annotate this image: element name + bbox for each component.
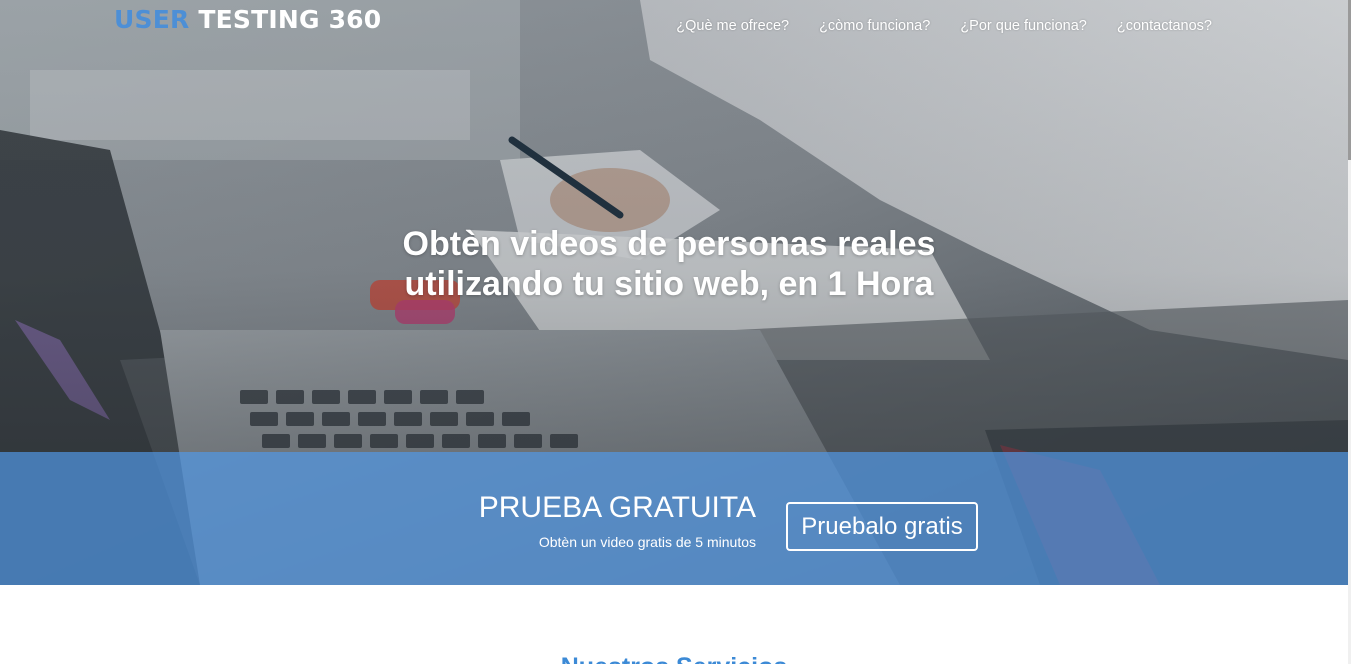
nav-link-como-funciona[interactable]: ¿còmo funciona? — [819, 18, 930, 34]
services-heading: Nuestros Servicios — [0, 652, 1348, 664]
nav-links: ¿Què me ofrece? ¿còmo funciona? ¿Por que… — [676, 18, 1212, 34]
page: USER TESTING 360 ¿Què me ofrece? ¿còmo f… — [0, 0, 1351, 664]
hero-title-line-2: utilizando tu sitio web, en 1 Hora — [404, 265, 934, 303]
free-trial-subtitle: Obtèn un video gratis de 5 minutos — [538, 534, 756, 550]
hero-title-line-1: Obtèn videos de personas reales — [402, 225, 936, 263]
hero-title: Obtèn videos de personas reales utilizan… — [369, 224, 969, 304]
nav-link-por-que-funciona[interactable]: ¿Por que funciona? — [960, 18, 1087, 34]
try-free-button[interactable]: Pruebalo gratis — [786, 502, 978, 551]
free-trial-text: PRUEBA GRATUITA Obtèn un video gratis de… — [479, 490, 756, 550]
free-trial-band: PRUEBA GRATUITA Obtèn un video gratis de… — [0, 452, 1348, 585]
top-navbar: USER TESTING 360 ¿Què me ofrece? ¿còmo f… — [0, 0, 1348, 54]
nav-link-contactanos[interactable]: ¿contactanos? — [1117, 18, 1212, 34]
hero-section: USER TESTING 360 ¿Què me ofrece? ¿còmo f… — [0, 0, 1348, 585]
brand-logo[interactable]: USER TESTING 360 — [114, 5, 381, 34]
nav-link-que-me-ofrece[interactable]: ¿Què me ofrece? — [676, 18, 789, 34]
brand-logo-part-a: USER — [114, 5, 190, 34]
free-trial-title: PRUEBA GRATUITA — [478, 491, 756, 524]
brand-logo-part-b: TESTING 360 — [189, 5, 382, 34]
